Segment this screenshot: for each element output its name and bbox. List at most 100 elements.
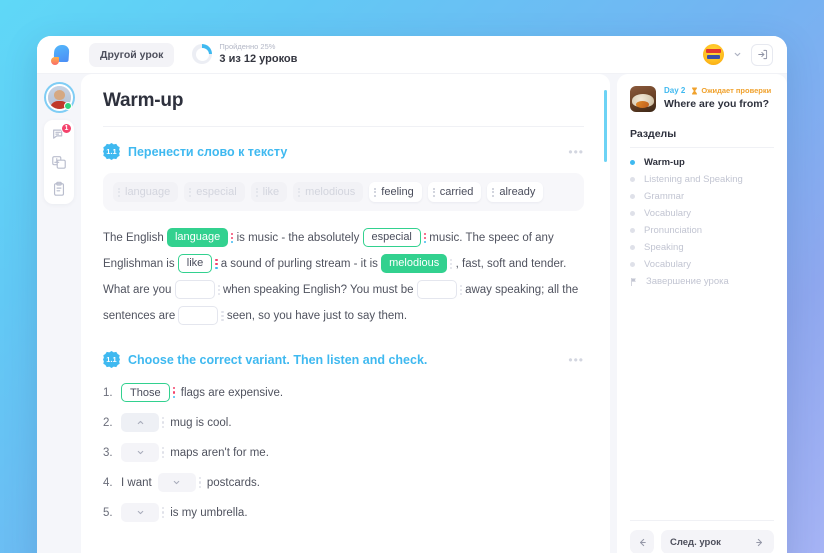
drag-handle-icon bbox=[374, 187, 377, 197]
word-chip[interactable]: language bbox=[113, 182, 179, 202]
paragraph-text: The English bbox=[103, 232, 167, 244]
question-select[interactable] bbox=[121, 503, 165, 522]
logout-button[interactable] bbox=[751, 43, 773, 66]
answer-slot-value: melodious bbox=[381, 254, 448, 274]
word-chip-label: carried bbox=[439, 186, 474, 198]
lesson-name: Where are you from? bbox=[664, 98, 770, 110]
chevron-up-icon bbox=[137, 420, 143, 425]
answer-slot[interactable]: language bbox=[166, 228, 234, 248]
lesson-content-card: Warm-up 1.1 Перенести слово к тексту •••… bbox=[81, 74, 610, 553]
answer-slot[interactable]: melodious bbox=[381, 254, 453, 274]
avatar[interactable] bbox=[703, 44, 724, 65]
task-number-badge: 1.1 bbox=[103, 351, 120, 368]
question-number: 2. bbox=[103, 416, 113, 429]
lesson-scroll-area[interactable]: Warm-up 1.1 Перенести слово к тексту •••… bbox=[81, 74, 610, 553]
word-chip[interactable]: melodious bbox=[293, 182, 364, 202]
sidebar-item-label: Pronunciation bbox=[644, 225, 703, 236]
word-chip[interactable]: like bbox=[250, 182, 288, 202]
next-lesson-button[interactable]: След. урок bbox=[661, 530, 774, 553]
question-select[interactable] bbox=[121, 413, 165, 432]
word-chip[interactable]: carried bbox=[427, 182, 482, 202]
layout-gap bbox=[610, 74, 617, 553]
sidebar-item-listening-and-speaking[interactable]: Listening and Speaking bbox=[630, 174, 774, 185]
question-select[interactable] bbox=[157, 473, 201, 492]
answer-slot-empty[interactable] bbox=[174, 280, 220, 300]
question-select[interactable] bbox=[121, 443, 165, 462]
answer-slot-empty[interactable] bbox=[178, 306, 224, 326]
list-item: 3. maps aren't for me. bbox=[103, 443, 584, 462]
sidebar-item-label: Vocabulary bbox=[644, 208, 692, 219]
word-chip[interactable]: especial bbox=[184, 182, 245, 202]
drag-handle-icon bbox=[118, 187, 121, 197]
sections-list: Warm-up Listening and Speaking Grammar V… bbox=[630, 157, 774, 287]
clipboard-icon[interactable] bbox=[51, 181, 67, 197]
paragraph-text: when speaking English? You must be bbox=[219, 284, 417, 296]
select-value bbox=[157, 473, 196, 492]
task-header-2: 1.1 Choose the correct variant. Then lis… bbox=[103, 351, 584, 368]
translate-icon[interactable] bbox=[51, 154, 67, 170]
sidebar-item-vocabulary[interactable]: Vocabulary bbox=[630, 208, 774, 219]
sidebar-item-label: Warm-up bbox=[644, 157, 685, 168]
sidebar-item-pronunciation[interactable]: Pronunciation bbox=[630, 225, 774, 236]
flag-icon bbox=[630, 277, 637, 286]
list-item: 2. mug is cool. bbox=[103, 413, 584, 432]
drag-handle-icon bbox=[492, 187, 495, 197]
question-select[interactable]: Those bbox=[121, 383, 175, 402]
vertical-scrollbar[interactable] bbox=[604, 90, 607, 162]
sidebar-item-speaking[interactable]: Speaking bbox=[630, 242, 774, 253]
sections-heading: Разделы bbox=[630, 128, 774, 148]
list-item: 5. is my umbrella. bbox=[103, 503, 584, 522]
sidebar-item-warm-up[interactable]: Warm-up bbox=[630, 157, 774, 168]
sidebar-item-grammar[interactable]: Grammar bbox=[630, 191, 774, 202]
word-bank: language especial like melodious feeling… bbox=[103, 173, 584, 211]
app-logo-icon[interactable] bbox=[50, 44, 72, 66]
bullet-icon bbox=[630, 228, 635, 233]
bullet-icon bbox=[630, 194, 635, 199]
slot-handle-icon bbox=[162, 447, 165, 458]
word-chip[interactable]: feeling bbox=[369, 182, 422, 202]
chevron-down-icon[interactable] bbox=[733, 50, 742, 59]
select-value bbox=[121, 413, 159, 432]
status-badge-label: Ожидает проверки bbox=[701, 86, 772, 95]
sidebar-item-label: Vocabulary bbox=[644, 259, 692, 270]
body-area: 1 Warm-up 1.1 Перенести слово к тексту •… bbox=[37, 74, 787, 553]
paragraph-text: seen, so you have just to say them. bbox=[223, 310, 408, 322]
answer-slot-value: especial bbox=[362, 228, 421, 248]
left-rail: 1 bbox=[37, 74, 81, 553]
drag-handle-icon bbox=[189, 187, 192, 197]
select-value: Those bbox=[121, 383, 170, 402]
chevron-down-icon bbox=[137, 510, 143, 515]
lesson-thumbnail bbox=[630, 86, 656, 112]
select-value bbox=[121, 443, 159, 462]
answer-slot[interactable]: especial bbox=[362, 228, 427, 248]
chat-badge: 1 bbox=[61, 123, 72, 134]
answer-slot-value bbox=[174, 280, 215, 300]
answer-slot-value: language bbox=[166, 228, 229, 248]
question-text: is my umbrella. bbox=[170, 506, 248, 519]
list-item: 4. I want postcards. bbox=[103, 473, 584, 492]
question-prefix: I want bbox=[121, 476, 152, 489]
chat-icon[interactable]: 1 bbox=[51, 123, 72, 143]
word-chip[interactable]: already bbox=[487, 182, 544, 202]
hourglass-icon bbox=[692, 86, 698, 95]
previous-lesson-button[interactable] bbox=[630, 530, 654, 553]
sidebar-item-label: Grammar bbox=[644, 191, 685, 202]
lesson-sidebar: Day 2 Ожидает проверки Where are you fro… bbox=[617, 74, 787, 553]
sidebar-item-lesson-completion[interactable]: Завершение урока bbox=[630, 276, 774, 287]
arrow-left-icon bbox=[639, 538, 646, 546]
lesson-summary[interactable]: Day 2 Ожидает проверки Where are you fro… bbox=[630, 86, 774, 112]
sidebar-item-vocabulary-2[interactable]: Vocabulary bbox=[630, 259, 774, 270]
arrow-right-icon bbox=[754, 537, 765, 548]
sidebar-item-label: Speaking bbox=[644, 242, 684, 253]
tutor-avatar[interactable] bbox=[45, 84, 73, 111]
question-text: postcards. bbox=[206, 476, 260, 489]
task-menu-icon[interactable]: ••• bbox=[568, 354, 584, 366]
other-lesson-button[interactable]: Другой урок bbox=[89, 42, 175, 67]
answer-slot[interactable]: like bbox=[177, 254, 218, 274]
word-chip-label: like bbox=[262, 186, 280, 198]
answer-slot-empty[interactable] bbox=[416, 280, 462, 300]
task-menu-icon[interactable]: ••• bbox=[568, 146, 584, 158]
bullet-icon bbox=[630, 211, 635, 216]
progress-value: 3 из 12 уроков bbox=[219, 52, 298, 65]
task-number-badge: 1.1 bbox=[103, 143, 120, 160]
